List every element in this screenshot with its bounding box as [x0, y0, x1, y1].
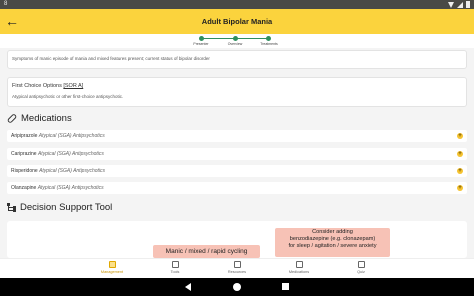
- step-dot-3[interactable]: [266, 36, 271, 41]
- node-line-1: Consider adding: [312, 229, 353, 235]
- step-label-1: Presenter: [193, 42, 209, 46]
- node-line-2: benzodiazepine (e.g. clonazepam): [289, 236, 376, 242]
- progress-stepper: Presenter Overview Treatments: [0, 34, 474, 48]
- medication-name-line: Risperidone Atypical (SGA) Antipsychotic…: [11, 168, 105, 174]
- medication-class: Atypical (SGA) Antipsychotics: [39, 168, 106, 174]
- medication-name: Aripiprazole: [11, 133, 38, 139]
- nav-medications-label: Medications: [288, 270, 310, 274]
- medication-name: Olanzapine: [11, 185, 37, 191]
- node-line-3: for sleep / agitation / severe anxiety: [288, 243, 377, 249]
- medication-name: Cariprazine: [11, 151, 37, 157]
- bottom-navigation: Management Tools Resources Medications Q…: [0, 258, 474, 279]
- decision-node-benzodiazepine[interactable]: Consider adding benzodiazepine (e.g. clo…: [275, 228, 390, 257]
- step-dot-1[interactable]: [199, 36, 204, 41]
- expand-plus-icon[interactable]: +: [457, 133, 463, 139]
- expand-plus-icon[interactable]: +: [457, 185, 463, 191]
- decision-tool-panel[interactable]: Manic / mixed / rapid cycling Consider a…: [7, 221, 467, 258]
- quiz-icon: [357, 261, 365, 268]
- tools-icon: [171, 261, 179, 268]
- nav-quiz-label: Quiz: [357, 270, 365, 274]
- status-icons: [448, 1, 470, 8]
- resources-icon: [233, 261, 241, 268]
- medication-row[interactable]: Risperidone Atypical (SGA) Antipsychotic…: [7, 165, 467, 177]
- first-choice-label: First Choice Options: [12, 83, 62, 89]
- app-bar: ← Adult Bipolar Mania: [0, 9, 474, 34]
- status-bar: 8: [0, 0, 474, 9]
- medication-class: Atypical (SGA) Antipsychotics: [38, 133, 105, 139]
- expand-plus-icon[interactable]: +: [457, 168, 463, 174]
- decision-node-manic[interactable]: Manic / mixed / rapid cycling: [153, 245, 260, 258]
- status-time: 8: [4, 1, 8, 7]
- system-back-icon[interactable]: [185, 283, 191, 291]
- management-icon: [108, 261, 116, 268]
- medications-icon: [295, 261, 303, 268]
- medication-name-line: Cariprazine Atypical (SGA) Antipsychotic…: [11, 151, 104, 157]
- nav-quiz[interactable]: Quiz: [341, 261, 381, 274]
- medications-heading: Medications: [6, 113, 72, 124]
- step-dot-2[interactable]: [233, 36, 238, 41]
- nav-management[interactable]: Management: [92, 261, 132, 274]
- pill-icon: [6, 113, 18, 124]
- medication-row[interactable]: Cariprazine Atypical (SGA) Antipsychotic…: [7, 148, 467, 160]
- battery-icon: [466, 1, 470, 8]
- nav-resources[interactable]: Resources: [217, 261, 257, 274]
- first-choice-card: First Choice Options [SOR A] Atypical an…: [7, 77, 467, 107]
- medication-class: Atypical (SGA) Antipsychotics: [37, 185, 104, 191]
- signal-icon: [457, 1, 463, 8]
- page-title: Adult Bipolar Mania: [201, 17, 273, 26]
- summary-text: Symptoms of manic episode of mania and m…: [12, 56, 210, 61]
- decision-tree-icon: [7, 203, 16, 212]
- wifi-icon: [448, 1, 454, 8]
- medication-row[interactable]: Aripiprazole Atypical (SGA) Antipsychoti…: [7, 130, 467, 142]
- expand-plus-icon[interactable]: +: [457, 151, 463, 157]
- decision-tool-heading: Decision Support Tool: [7, 202, 112, 213]
- first-choice-text: Atypical antipsychotic or other first-ch…: [12, 94, 124, 99]
- sor-reference-link[interactable]: [SOR A]: [63, 83, 83, 89]
- medication-name-line: Aripiprazole Atypical (SGA) Antipsychoti…: [11, 133, 105, 139]
- nav-resources-label: Resources: [227, 270, 247, 274]
- nav-medications[interactable]: Medications: [279, 261, 319, 274]
- decision-tool-title: Decision Support Tool: [20, 202, 113, 213]
- summary-card: Symptoms of manic episode of mania and m…: [7, 50, 467, 69]
- step-label-3: Treatments: [260, 42, 278, 46]
- medication-name-line: Olanzapine Atypical (SGA) Antipsychotics: [11, 185, 104, 191]
- medication-class: Atypical (SGA) Antipsychotics: [37, 151, 104, 157]
- medications-title: Medications: [21, 113, 72, 124]
- nav-tools[interactable]: Tools: [155, 261, 195, 274]
- medication-row[interactable]: Olanzapine Atypical (SGA) Antipsychotics…: [7, 182, 467, 194]
- system-home-icon[interactable]: [233, 283, 241, 291]
- step-label-2: Overview: [227, 42, 243, 46]
- system-recents-icon[interactable]: [282, 283, 289, 290]
- first-choice-heading: First Choice Options [SOR A]: [12, 83, 462, 89]
- medication-name: Risperidone: [11, 168, 38, 174]
- nav-management-label: Management: [100, 270, 124, 274]
- system-navigation-bar: [0, 278, 474, 296]
- nav-tools-label: Tools: [170, 270, 180, 274]
